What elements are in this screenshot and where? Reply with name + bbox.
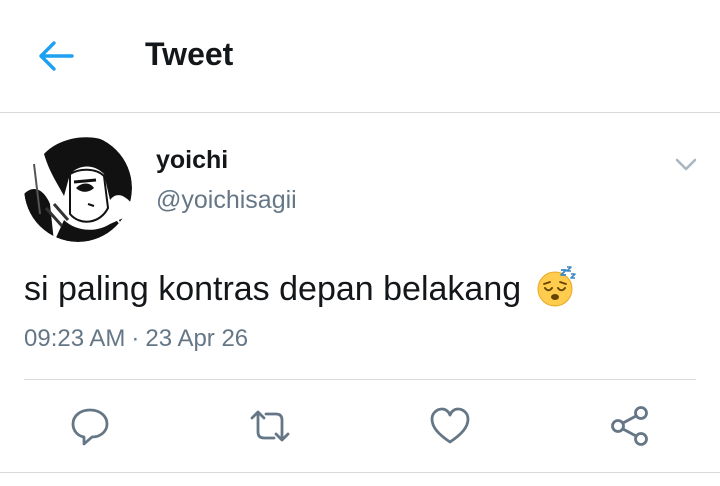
tweet-text: si paling kontras depan belakang	[24, 266, 577, 309]
share-button[interactable]	[608, 404, 652, 448]
tweet-body: si paling kontras depan belakang	[24, 270, 522, 308]
share-icon	[611, 406, 648, 446]
display-name[interactable]: yoichi	[156, 146, 228, 175]
meta-separator: ·	[131, 325, 140, 352]
bottom-divider	[0, 472, 720, 473]
retweet-button[interactable]	[248, 404, 292, 448]
page-title: Tweet	[145, 36, 234, 72]
back-button[interactable]	[36, 38, 76, 74]
tweet-date: 23 Apr 26	[145, 325, 249, 352]
reply-icon	[71, 408, 109, 446]
avatar[interactable]	[24, 134, 132, 242]
avatar-image	[24, 134, 132, 242]
like-button[interactable]	[428, 404, 472, 448]
tweet-timestamp[interactable]: 09:23 AM · 23 Apr 26	[24, 325, 248, 353]
top-bar: Tweet	[0, 0, 720, 112]
user-handle[interactable]: @yoichisagii	[156, 186, 297, 215]
chevron-down-icon	[675, 158, 697, 171]
header-divider	[0, 112, 720, 113]
actions-divider	[24, 379, 696, 380]
arrow-left-icon	[39, 41, 74, 71]
retweet-icon	[250, 410, 290, 442]
reply-button[interactable]	[68, 404, 112, 448]
more-options-button[interactable]	[672, 152, 700, 176]
heart-icon	[430, 407, 470, 444]
sleeping-face-icon	[535, 266, 577, 308]
tweet-time: 09:23 AM	[24, 325, 126, 352]
